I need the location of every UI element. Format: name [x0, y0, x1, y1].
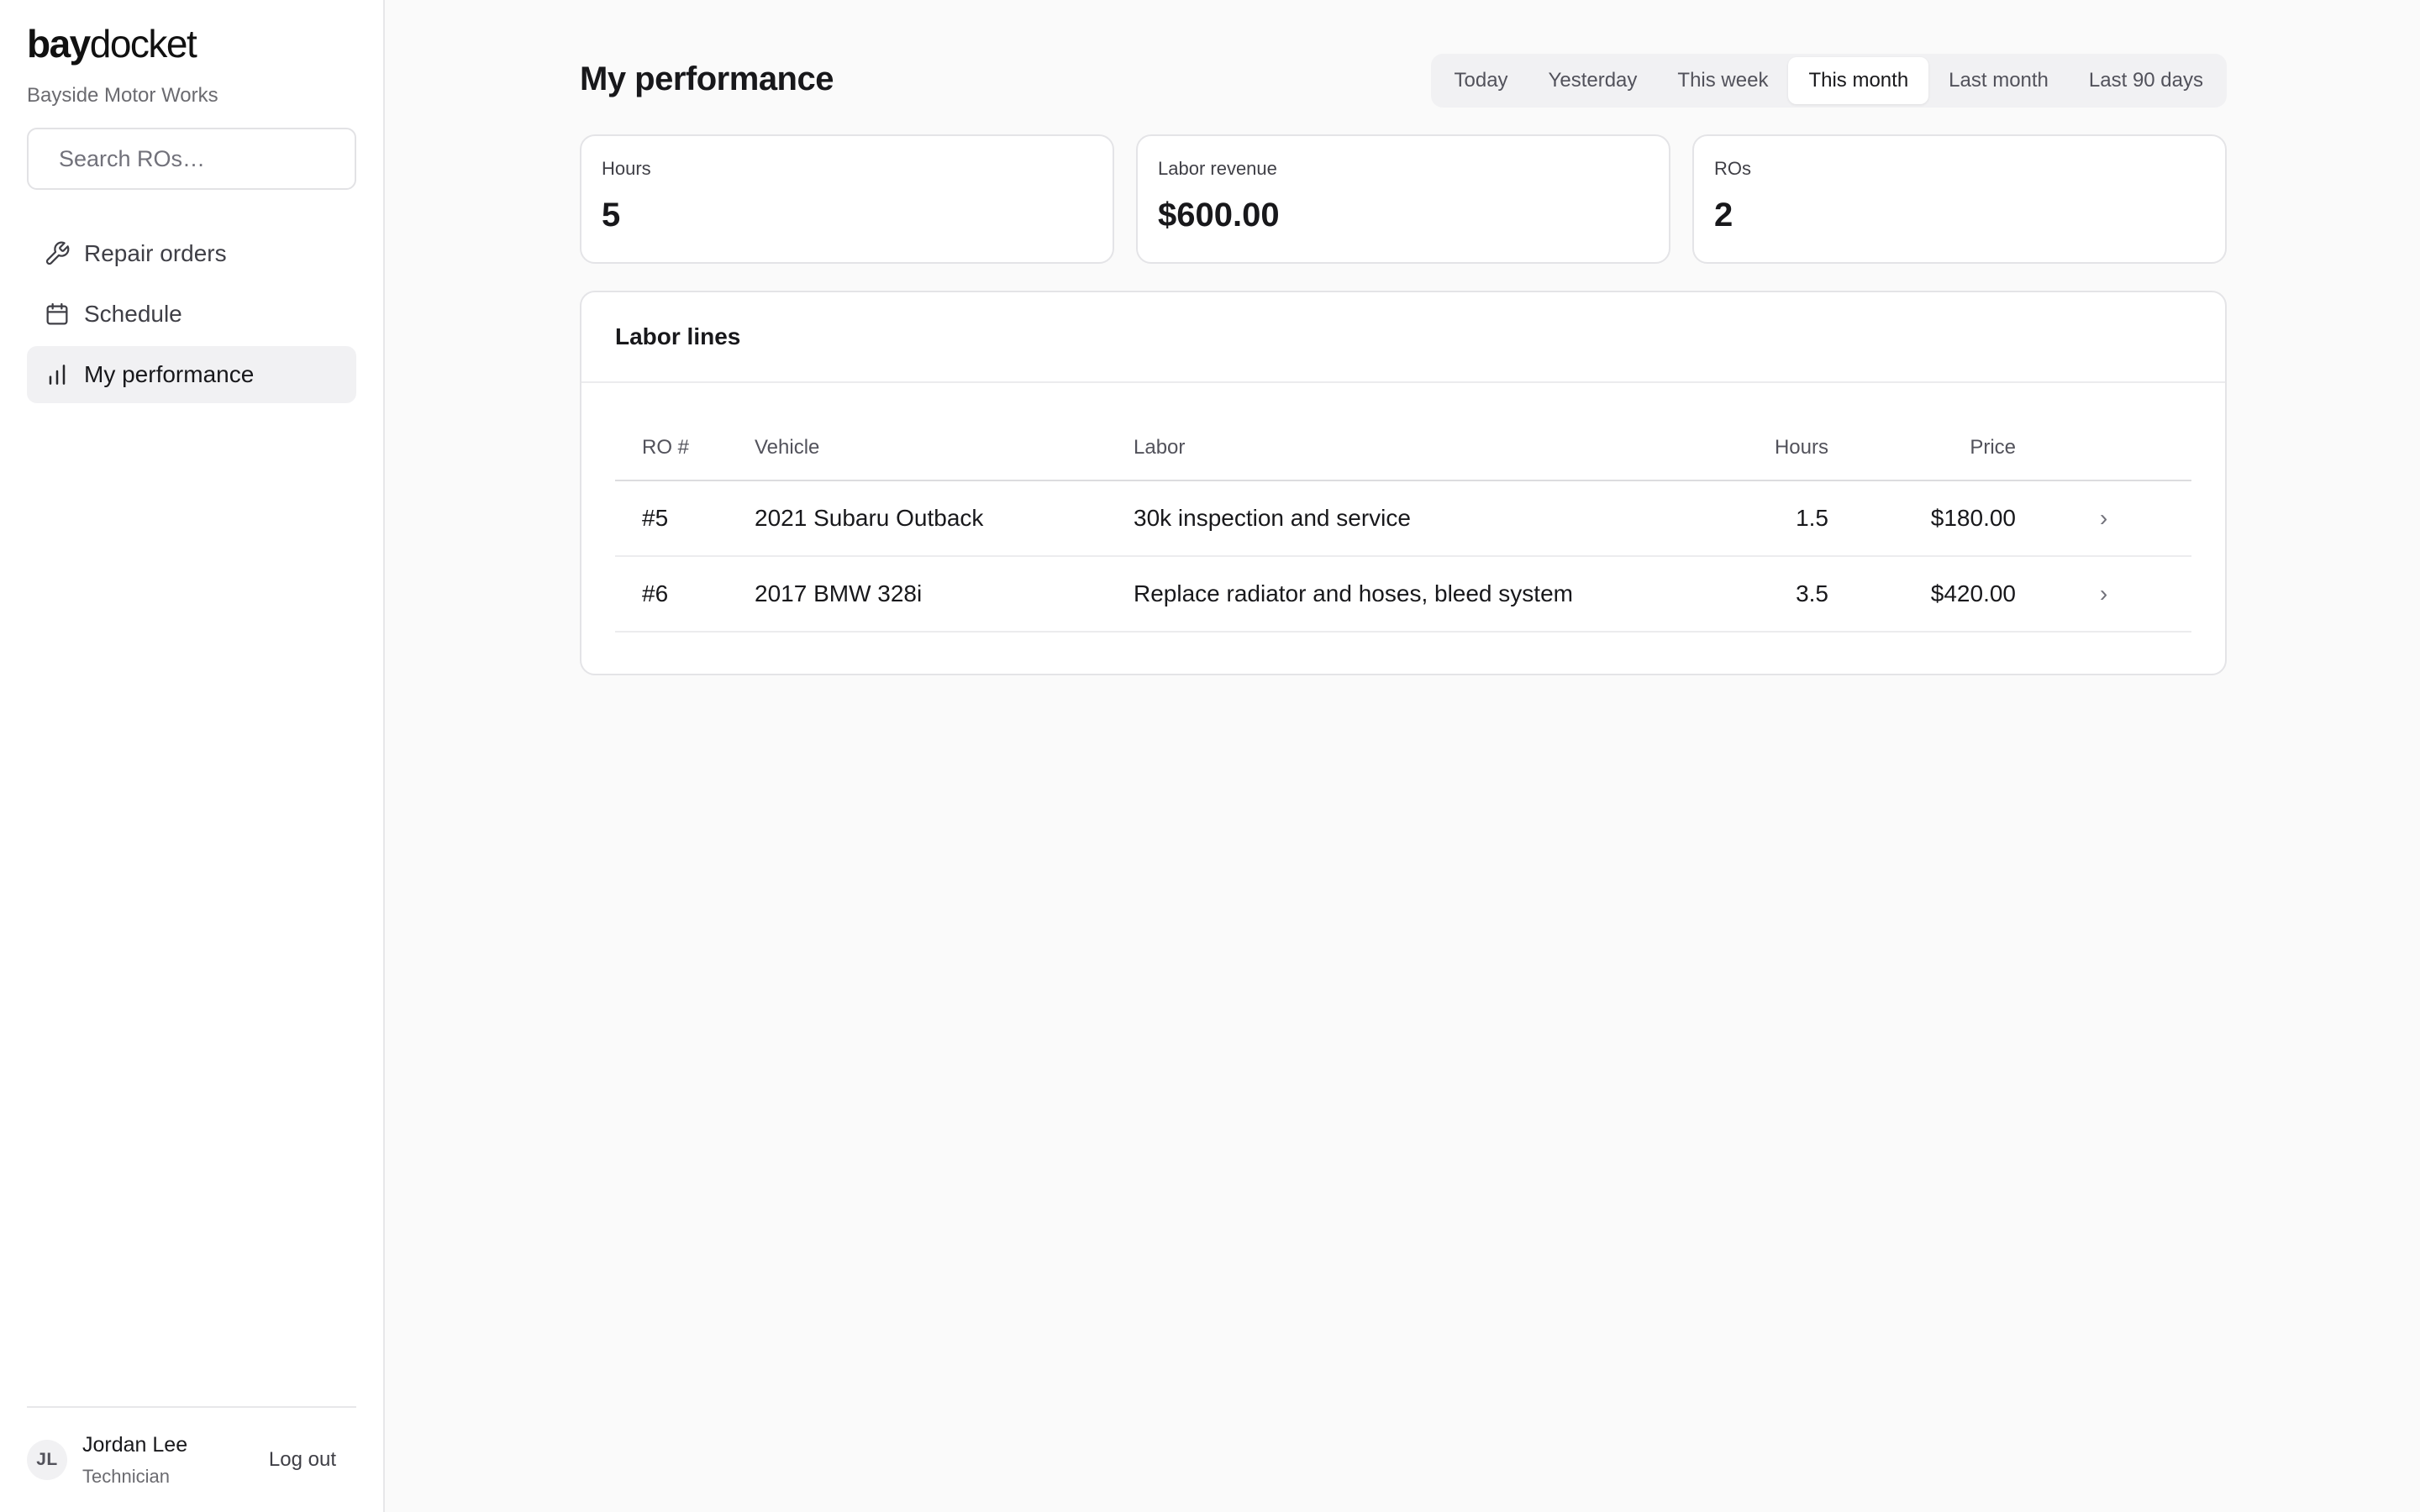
- tab-today[interactable]: Today: [1434, 57, 1528, 104]
- app-shell: baydocket Bayside Motor Works Repair ord…: [0, 0, 2420, 1512]
- sidebar-item-label: Repair orders: [84, 240, 227, 266]
- stat-card-hours: Hours 5: [580, 134, 1114, 264]
- cell-ro: #6: [615, 556, 755, 633]
- tab-this-month[interactable]: This month: [1788, 57, 1929, 104]
- table-header-row: RO # Vehicle Labor Hours Price: [615, 415, 2191, 481]
- user-footer: JL Jordan Lee Technician Log out: [27, 1406, 356, 1512]
- user-info: Jordan Lee Technician: [82, 1433, 187, 1488]
- stat-card-ros: ROs 2: [1692, 134, 2227, 264]
- sidebar-nav: Repair orders Schedule My performance: [27, 225, 356, 403]
- labor-table: RO # Vehicle Labor Hours Price #5 2021 S…: [615, 415, 2191, 633]
- stats-row: Hours 5 Labor revenue $600.00 ROs 2: [580, 134, 2227, 264]
- column-header-ro: RO #: [615, 415, 755, 481]
- stat-value: 2: [1714, 197, 1733, 234]
- tab-this-week[interactable]: This week: [1657, 57, 1788, 104]
- sidebar-item-label: Schedule: [84, 301, 182, 327]
- logout-button[interactable]: Log out: [269, 1448, 336, 1472]
- panel-header: Labor lines: [581, 292, 2225, 383]
- avatar: JL: [27, 1440, 67, 1480]
- column-header-actions: [2016, 415, 2191, 481]
- sidebar-item-schedule[interactable]: Schedule: [27, 286, 356, 343]
- tab-last-month[interactable]: Last month: [1928, 57, 2069, 104]
- chevron-right-icon[interactable]: ›: [2016, 480, 2191, 557]
- tab-yesterday[interactable]: Yesterday: [1528, 57, 1658, 104]
- table-row[interactable]: #6 2017 BMW 328i Replace radiator and ho…: [615, 556, 2191, 633]
- panel-title: Labor lines: [615, 323, 741, 349]
- cell-labor: 30k inspection and service: [1134, 480, 1728, 557]
- cell-vehicle: 2021 Subaru Outback: [755, 480, 1134, 557]
- sidebar-item-my-performance[interactable]: My performance: [27, 346, 356, 403]
- sidebar-item-label: My performance: [84, 361, 255, 387]
- sidebar-item-repair-orders[interactable]: Repair orders: [27, 225, 356, 282]
- stat-value: $600.00: [1158, 197, 1280, 234]
- labor-lines-panel: Labor lines RO # Vehicle Labor Hours Pri…: [580, 291, 2227, 675]
- cell-price: $420.00: [1828, 556, 2016, 633]
- column-header-labor: Labor: [1134, 415, 1728, 481]
- shop-name: Bayside Motor Works: [27, 84, 218, 107]
- bar-chart-icon: [49, 365, 66, 385]
- calendar-icon: [46, 302, 68, 325]
- cell-price: $180.00: [1828, 480, 2016, 557]
- sidebar: baydocket Bayside Motor Works Repair ord…: [0, 0, 385, 1512]
- user-name: Jordan Lee: [82, 1432, 188, 1457]
- brand-bold: bay: [27, 22, 91, 66]
- stat-value: 5: [602, 197, 621, 234]
- tab-last-90-days[interactable]: Last 90 days: [2069, 57, 2223, 104]
- cell-vehicle: 2017 BMW 328i: [755, 556, 1134, 633]
- wrench-icon: [45, 241, 70, 265]
- column-header-vehicle: Vehicle: [755, 415, 1134, 481]
- cell-labor: Replace radiator and hoses, bleed system: [1134, 556, 1728, 633]
- stat-label: Labor revenue: [1158, 158, 1277, 179]
- stat-card-labor-revenue: Labor revenue $600.00: [1136, 134, 1670, 264]
- main-content: My performance Today Yesterday This week…: [385, 0, 2420, 1512]
- cell-hours: 3.5: [1728, 556, 1828, 633]
- cell-ro: #5: [615, 480, 755, 557]
- page-header: My performance Today Yesterday This week…: [580, 54, 2227, 108]
- brand-light: docket: [89, 22, 197, 66]
- page-title: My performance: [580, 60, 834, 97]
- stat-label: ROs: [1714, 158, 1751, 179]
- column-header-hours: Hours: [1728, 415, 1828, 481]
- brand-logo[interactable]: baydocket: [27, 0, 356, 66]
- cell-hours: 1.5: [1728, 480, 1828, 557]
- chevron-right-icon[interactable]: ›: [2016, 556, 2191, 633]
- stat-label: Hours: [602, 158, 651, 179]
- user-role: Technician: [82, 1465, 170, 1487]
- table-row[interactable]: #5 2021 Subaru Outback 30k inspection an…: [615, 480, 2191, 557]
- search-input[interactable]: [59, 134, 356, 184]
- column-header-price: Price: [1828, 415, 2016, 481]
- search-box[interactable]: [27, 128, 356, 190]
- date-range-tabs: Today Yesterday This week This month Las…: [1430, 54, 2227, 108]
